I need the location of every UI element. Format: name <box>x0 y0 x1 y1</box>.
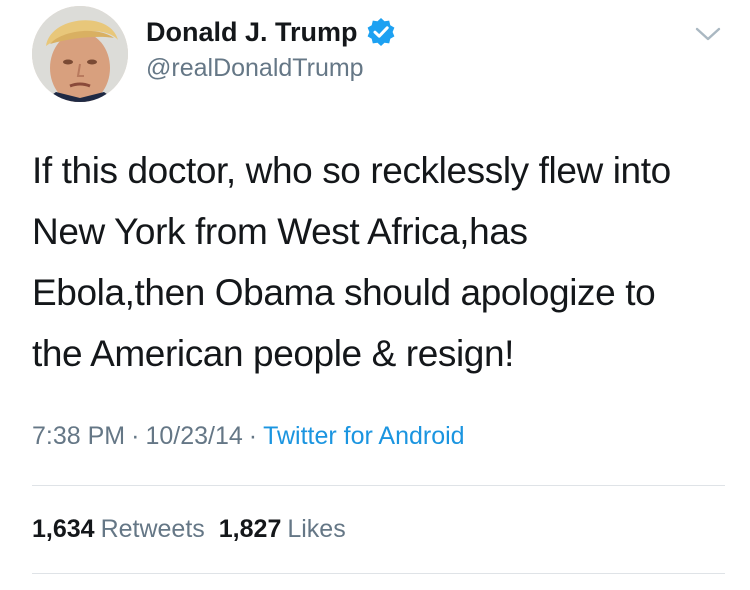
tweet-text-line: Ebola,then Obama should apologize to <box>32 272 656 313</box>
tweet-stats: 1,634 Retweets 1,827 Likes <box>32 511 346 547</box>
likes-label: Likes <box>287 515 346 543</box>
tweet-text-line: New York from West Africa,has <box>32 211 528 252</box>
tweet-text-line: the American people & resign! <box>32 333 515 374</box>
tweet-text-line: If this doctor, who so recklessly flew i… <box>32 150 671 191</box>
verified-badge-icon <box>366 17 396 47</box>
tweet-text: If this doctor, who so recklessly flew i… <box>32 140 722 384</box>
retweets-count: 1,634 <box>32 515 95 543</box>
divider <box>32 485 725 486</box>
tweet-time[interactable]: 7:38 PM <box>32 422 125 450</box>
profile-photo-icon <box>32 6 128 102</box>
avatar[interactable] <box>32 6 128 102</box>
chevron-down-icon[interactable] <box>694 24 722 44</box>
likes-count: 1,827 <box>218 515 282 543</box>
retweets-stat[interactable]: 1,634 Retweets <box>32 515 205 543</box>
user-handle[interactable]: @realDonaldTrump <box>146 52 364 84</box>
author-name-row: Donald J. Trump <box>146 14 396 50</box>
display-name[interactable]: Donald J. Trump <box>146 14 358 50</box>
separator-dot: · <box>248 422 258 450</box>
separator-dot: · <box>131 422 140 450</box>
tweet-card: Donald J. Trump @realDonaldTrump If this… <box>0 0 750 590</box>
divider <box>32 573 725 574</box>
tweet-date[interactable]: 10/23/14 <box>145 422 242 450</box>
tweet-source-link[interactable]: Twitter for Android <box>263 422 464 450</box>
likes-stat[interactable]: 1,827 Likes <box>219 515 346 543</box>
tweet-meta: 7:38 PM · 10/23/14 · Twitter for Android <box>32 418 465 454</box>
retweets-label: Retweets <box>100 515 205 543</box>
